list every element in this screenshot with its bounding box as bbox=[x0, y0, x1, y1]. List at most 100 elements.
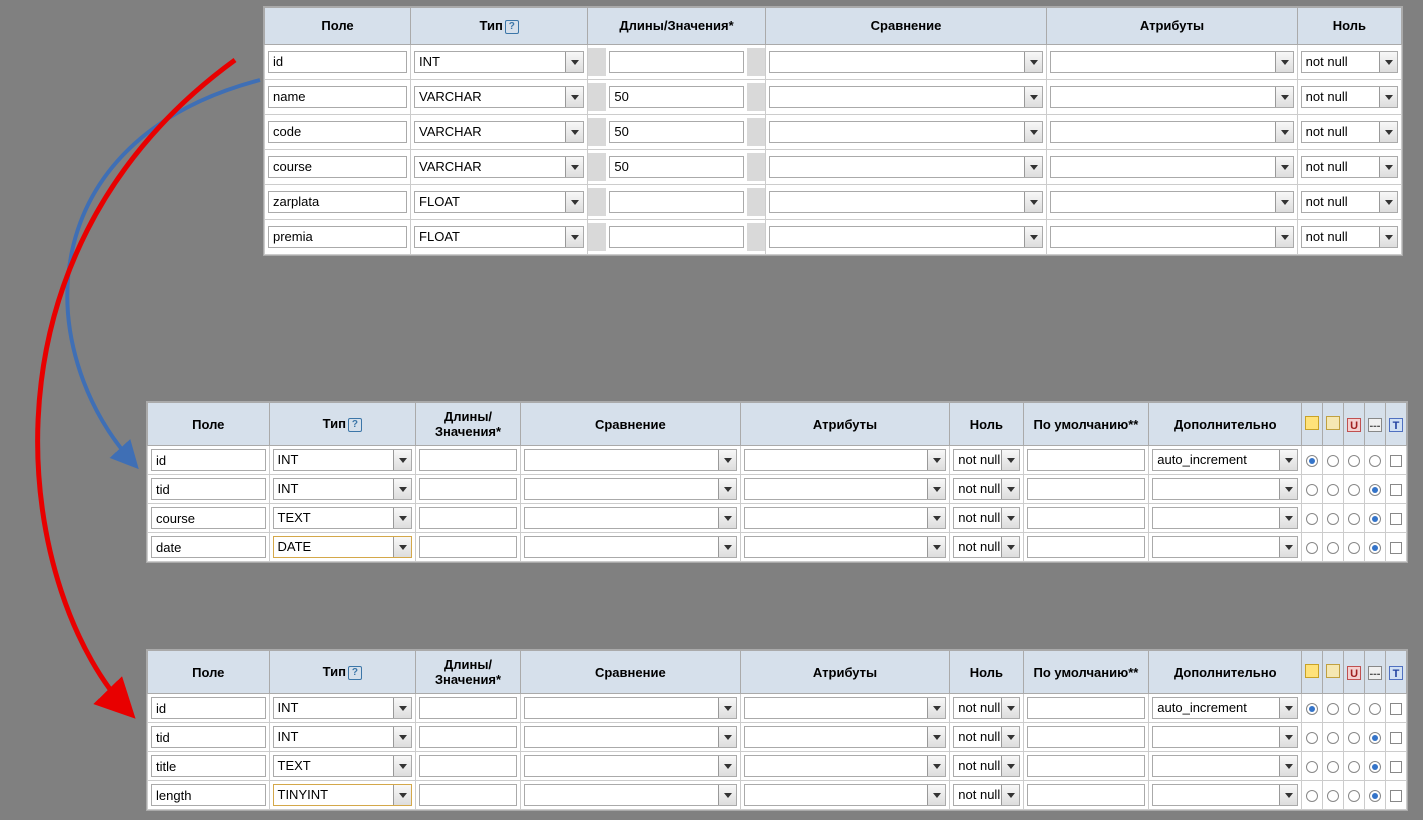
field-default-input[interactable] bbox=[1027, 726, 1146, 748]
field-collation-select[interactable] bbox=[524, 449, 737, 471]
field-extra-select[interactable] bbox=[1152, 536, 1298, 558]
field-length-input[interactable] bbox=[419, 697, 517, 719]
field-length-input[interactable] bbox=[419, 478, 517, 500]
index-radio[interactable] bbox=[1369, 542, 1381, 554]
field-null-select[interactable]: not null bbox=[953, 784, 1019, 806]
field-length-input[interactable] bbox=[609, 86, 743, 108]
field-type-select[interactable]: TEXT bbox=[273, 507, 413, 529]
fulltext-checkbox[interactable] bbox=[1390, 761, 1402, 773]
field-length-input[interactable] bbox=[609, 51, 743, 73]
index-radio[interactable] bbox=[1348, 732, 1360, 744]
index-radio[interactable] bbox=[1348, 703, 1360, 715]
field-attributes-select[interactable] bbox=[1050, 191, 1293, 213]
fulltext-checkbox[interactable] bbox=[1390, 455, 1402, 467]
index-radio[interactable] bbox=[1348, 761, 1360, 773]
field-attributes-select[interactable] bbox=[744, 449, 946, 471]
index-radio[interactable] bbox=[1306, 513, 1318, 525]
field-type-select[interactable]: VARCHAR bbox=[414, 156, 584, 178]
field-null-select[interactable]: not null bbox=[1301, 121, 1398, 143]
field-length-input[interactable] bbox=[609, 156, 743, 178]
field-null-select[interactable]: not null bbox=[953, 507, 1019, 529]
field-name-input[interactable] bbox=[151, 755, 266, 777]
field-attributes-select[interactable] bbox=[744, 726, 946, 748]
index-radio[interactable] bbox=[1306, 732, 1318, 744]
fulltext-checkbox[interactable] bbox=[1390, 790, 1402, 802]
index-radio[interactable] bbox=[1306, 790, 1318, 802]
index-radio[interactable] bbox=[1327, 732, 1339, 744]
field-attributes-select[interactable] bbox=[1050, 86, 1293, 108]
field-length-input[interactable] bbox=[609, 226, 743, 248]
field-attributes-select[interactable] bbox=[1050, 226, 1293, 248]
field-default-input[interactable] bbox=[1027, 478, 1146, 500]
field-type-select[interactable]: FLOAT bbox=[414, 226, 584, 248]
index-radio[interactable] bbox=[1348, 484, 1360, 496]
field-attributes-select[interactable] bbox=[744, 478, 946, 500]
index-radio[interactable] bbox=[1369, 761, 1381, 773]
field-type-select[interactable]: INT bbox=[273, 449, 413, 471]
index-radio[interactable] bbox=[1306, 703, 1318, 715]
index-radio[interactable] bbox=[1306, 542, 1318, 554]
fulltext-checkbox[interactable] bbox=[1390, 484, 1402, 496]
help-icon[interactable]: ? bbox=[505, 20, 519, 34]
field-extra-select[interactable]: auto_increment bbox=[1152, 697, 1298, 719]
field-collation-select[interactable] bbox=[524, 697, 737, 719]
field-name-input[interactable] bbox=[151, 449, 266, 471]
index-radio[interactable] bbox=[1306, 484, 1318, 496]
field-attributes-select[interactable] bbox=[1050, 51, 1293, 73]
field-name-input[interactable] bbox=[268, 51, 407, 73]
fulltext-checkbox[interactable] bbox=[1390, 542, 1402, 554]
field-null-select[interactable]: not null bbox=[1301, 226, 1398, 248]
index-radio[interactable] bbox=[1327, 455, 1339, 467]
help-icon[interactable]: ? bbox=[348, 418, 362, 432]
field-name-input[interactable] bbox=[151, 478, 266, 500]
field-length-input[interactable] bbox=[419, 784, 517, 806]
field-null-select[interactable]: not null bbox=[953, 726, 1019, 748]
field-collation-select[interactable] bbox=[524, 507, 737, 529]
index-radio[interactable] bbox=[1327, 790, 1339, 802]
index-radio[interactable] bbox=[1306, 455, 1318, 467]
index-radio[interactable] bbox=[1348, 455, 1360, 467]
field-name-input[interactable] bbox=[268, 191, 407, 213]
field-default-input[interactable] bbox=[1027, 697, 1146, 719]
index-radio[interactable] bbox=[1369, 513, 1381, 525]
field-collation-select[interactable] bbox=[524, 478, 737, 500]
field-default-input[interactable] bbox=[1027, 536, 1146, 558]
field-name-input[interactable] bbox=[268, 86, 407, 108]
field-length-input[interactable] bbox=[609, 121, 743, 143]
index-radio[interactable] bbox=[1348, 513, 1360, 525]
field-length-input[interactable] bbox=[419, 536, 517, 558]
field-collation-select[interactable] bbox=[524, 755, 737, 777]
field-type-select[interactable]: VARCHAR bbox=[414, 121, 584, 143]
field-default-input[interactable] bbox=[1027, 755, 1146, 777]
field-type-select[interactable]: INT bbox=[273, 478, 413, 500]
field-type-select[interactable]: DATE bbox=[273, 536, 413, 558]
field-name-input[interactable] bbox=[151, 507, 266, 529]
field-type-select[interactable]: FLOAT bbox=[414, 191, 584, 213]
field-length-input[interactable] bbox=[419, 755, 517, 777]
field-attributes-select[interactable] bbox=[744, 784, 946, 806]
field-attributes-select[interactable] bbox=[744, 755, 946, 777]
field-length-input[interactable] bbox=[609, 191, 743, 213]
field-extra-select[interactable] bbox=[1152, 755, 1298, 777]
field-type-select[interactable]: VARCHAR bbox=[414, 86, 584, 108]
field-null-select[interactable]: not null bbox=[1301, 191, 1398, 213]
field-type-select[interactable]: TEXT bbox=[273, 755, 413, 777]
index-radio[interactable] bbox=[1327, 484, 1339, 496]
field-null-select[interactable]: not null bbox=[953, 697, 1019, 719]
field-collation-select[interactable] bbox=[769, 86, 1044, 108]
field-collation-select[interactable] bbox=[524, 726, 737, 748]
field-null-select[interactable]: not null bbox=[1301, 156, 1398, 178]
field-type-select[interactable]: INT bbox=[414, 51, 584, 73]
fulltext-checkbox[interactable] bbox=[1390, 732, 1402, 744]
field-extra-select[interactable]: auto_increment bbox=[1152, 449, 1298, 471]
field-attributes-select[interactable] bbox=[1050, 156, 1293, 178]
field-length-input[interactable] bbox=[419, 507, 517, 529]
index-radio[interactable] bbox=[1369, 455, 1381, 467]
index-radio[interactable] bbox=[1327, 703, 1339, 715]
field-null-select[interactable]: not null bbox=[1301, 51, 1398, 73]
field-collation-select[interactable] bbox=[769, 156, 1044, 178]
index-radio[interactable] bbox=[1327, 513, 1339, 525]
index-radio[interactable] bbox=[1348, 542, 1360, 554]
field-null-select[interactable]: not null bbox=[953, 536, 1019, 558]
index-radio[interactable] bbox=[1369, 732, 1381, 744]
